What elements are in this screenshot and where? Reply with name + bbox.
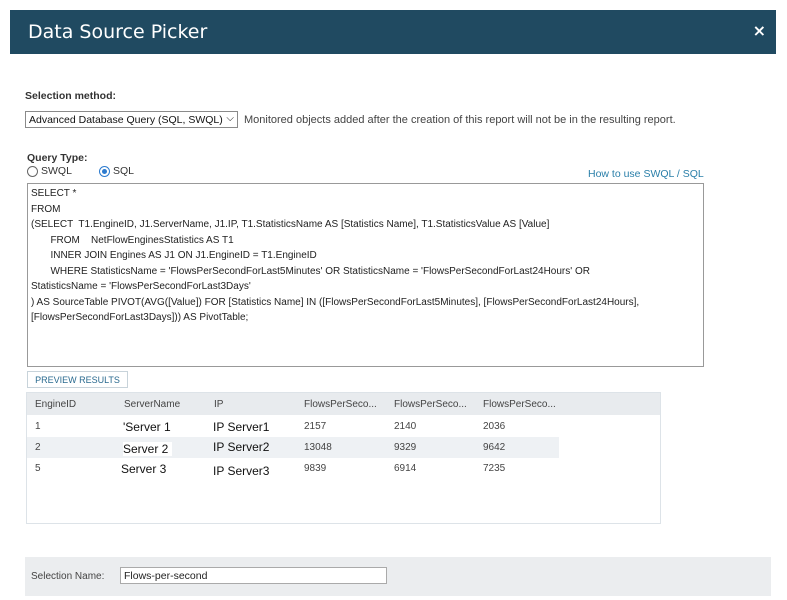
selection-method-label: Selection method: [25, 90, 117, 102]
cell-servername: Server 3 [121, 462, 167, 476]
cell-ip: IP Server3 [213, 464, 270, 478]
cell-servername: 'Server 1 [123, 420, 171, 434]
query-textarea[interactable]: SELECT * FROM (SELECT T1.EngineID, J1.Se… [27, 183, 704, 367]
radio-swql-indicator[interactable] [27, 165, 38, 177]
cell-ip: IP Server2 [213, 440, 270, 454]
column-header[interactable]: FlowsPerSeco... [483, 399, 556, 410]
radio-swql-label: SWQL [41, 165, 72, 177]
cell-flows-5m: 9839 [304, 463, 327, 474]
cell-engineid: 1 [35, 421, 41, 432]
close-icon[interactable]: × [753, 21, 766, 40]
dialog-title: Data Source Picker [28, 21, 208, 43]
table-row[interactable]: 1 'Server 1 IP Server1 2157 2140 2036 [27, 416, 559, 437]
query-type-label: Query Type: [27, 152, 88, 164]
selection-method-dropdown[interactable]: Advanced Database Query (SQL, SWQL) ⌵ [25, 111, 238, 128]
cell-flows-5m: 13048 [304, 442, 332, 453]
selection-name-input[interactable]: Flows-per-second [120, 567, 387, 584]
cell-ip: IP Server1 [213, 420, 270, 434]
radio-sql-indicator[interactable] [99, 165, 110, 177]
cell-flows-3d: 7235 [483, 463, 506, 474]
cell-engineid: 2 [35, 442, 41, 453]
cell-flows-3d: 2036 [483, 421, 506, 432]
selection-name-label: Selection Name: [31, 571, 105, 582]
column-header[interactable]: IP [214, 399, 223, 410]
cell-flows-24h: 2140 [394, 421, 417, 432]
table-row[interactable]: 5 Server 3 IP Server3 9839 6914 7235 [27, 458, 559, 479]
radio-swql[interactable]: SWQL [27, 165, 72, 177]
cell-flows-3d: 9642 [483, 442, 506, 453]
column-header[interactable]: FlowsPerSeco... [304, 399, 377, 410]
results-grid: EngineID ServerName IP FlowsPerSeco... F… [26, 392, 661, 524]
cell-flows-24h: 9329 [394, 442, 417, 453]
cell-engineid: 5 [35, 463, 41, 474]
how-to-link[interactable]: How to use SWQL / SQL [588, 168, 704, 180]
cell-servername: Server 2 [123, 442, 173, 456]
cell-flows-5m: 2157 [304, 421, 327, 432]
radio-sql[interactable]: SQL [99, 165, 134, 177]
selection-method-value: Advanced Database Query (SQL, SWQL) [29, 114, 223, 126]
column-header[interactable]: FlowsPerSeco... [394, 399, 467, 410]
results-header: EngineID ServerName IP FlowsPerSeco... F… [27, 393, 660, 415]
column-header[interactable]: EngineID [35, 399, 76, 410]
selection-method-note: Monitored objects added after the creati… [244, 114, 676, 126]
dialog-header: Data Source Picker × [10, 10, 776, 54]
table-row[interactable]: 2 Server 2 IP Server2 13048 9329 9642 [27, 437, 559, 458]
preview-results-button[interactable]: PREVIEW RESULTS [27, 371, 128, 388]
cell-flows-24h: 6914 [394, 463, 417, 474]
column-header[interactable]: ServerName [124, 399, 180, 410]
chevron-down-icon: ⌵ [226, 113, 234, 124]
selection-name-bar: Selection Name: Flows-per-second [25, 557, 771, 596]
radio-sql-label: SQL [113, 165, 135, 177]
